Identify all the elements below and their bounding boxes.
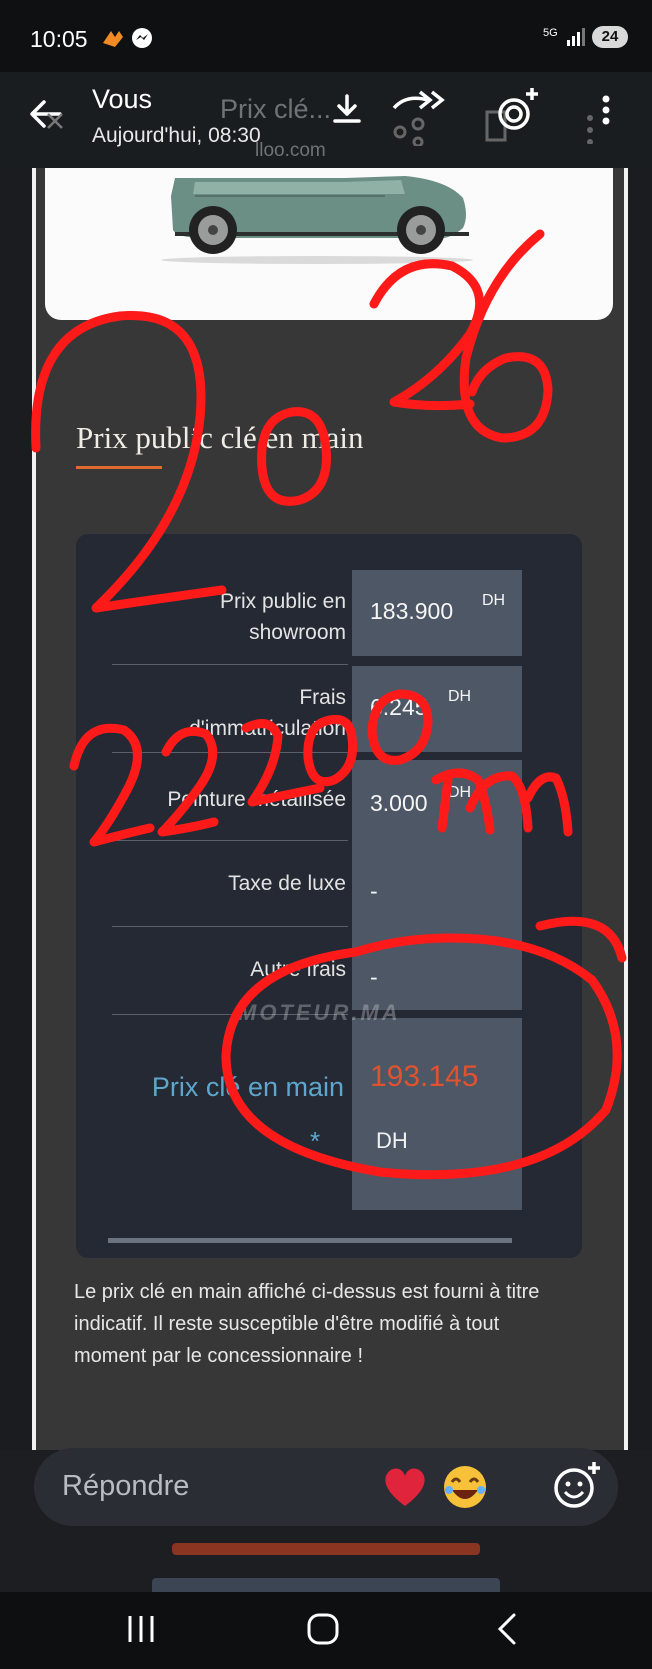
recent-apps-icon[interactable] — [126, 1614, 158, 1649]
laughing-reaction-icon[interactable] — [442, 1464, 488, 1515]
home-icon[interactable] — [306, 1612, 342, 1651]
signal-icon — [567, 28, 587, 51]
background-page-button — [152, 1578, 500, 1592]
reply-input[interactable]: Répondre — [62, 1470, 189, 1503]
reply-bar: Répondre — [34, 1448, 618, 1526]
status-bar: 10:05 5G 24 — [0, 0, 652, 72]
message-timestamp: Aujourd'hui, 08:30 — [92, 124, 261, 147]
heart-reaction-icon[interactable] — [382, 1466, 428, 1513]
forward-icon[interactable] — [392, 90, 462, 151]
system-nav-bar — [0, 1592, 652, 1669]
red-handwriting-annotation — [31, 229, 627, 1180]
more-options-icon[interactable] — [582, 94, 616, 149]
network-5g-icon: 5G — [543, 27, 558, 39]
battery-indicator: 24 — [592, 26, 628, 48]
add-to-story-icon[interactable] — [484, 86, 548, 151]
underlying-domain: lloo.com — [255, 140, 326, 161]
back-arrow-icon[interactable] — [26, 94, 66, 139]
download-icon[interactable] — [330, 92, 364, 131]
add-reaction-icon[interactable] — [552, 1460, 602, 1515]
background-page-bar — [172, 1543, 480, 1555]
tinder-notification-icon — [100, 26, 126, 53]
sender-name: Vous — [92, 84, 153, 114]
messenger-notification-icon — [130, 26, 154, 55]
app-bar: Prix clé... lloo.com Vous Aujourd'hui, 0… — [0, 72, 652, 169]
shared-screenshot[interactable]: Prix public clé en main 183.900 DH Prix … — [0, 168, 652, 1450]
underlying-page-title: Prix clé... — [220, 94, 332, 124]
back-nav-icon[interactable] — [494, 1612, 520, 1651]
status-time: 10:05 — [30, 26, 88, 52]
